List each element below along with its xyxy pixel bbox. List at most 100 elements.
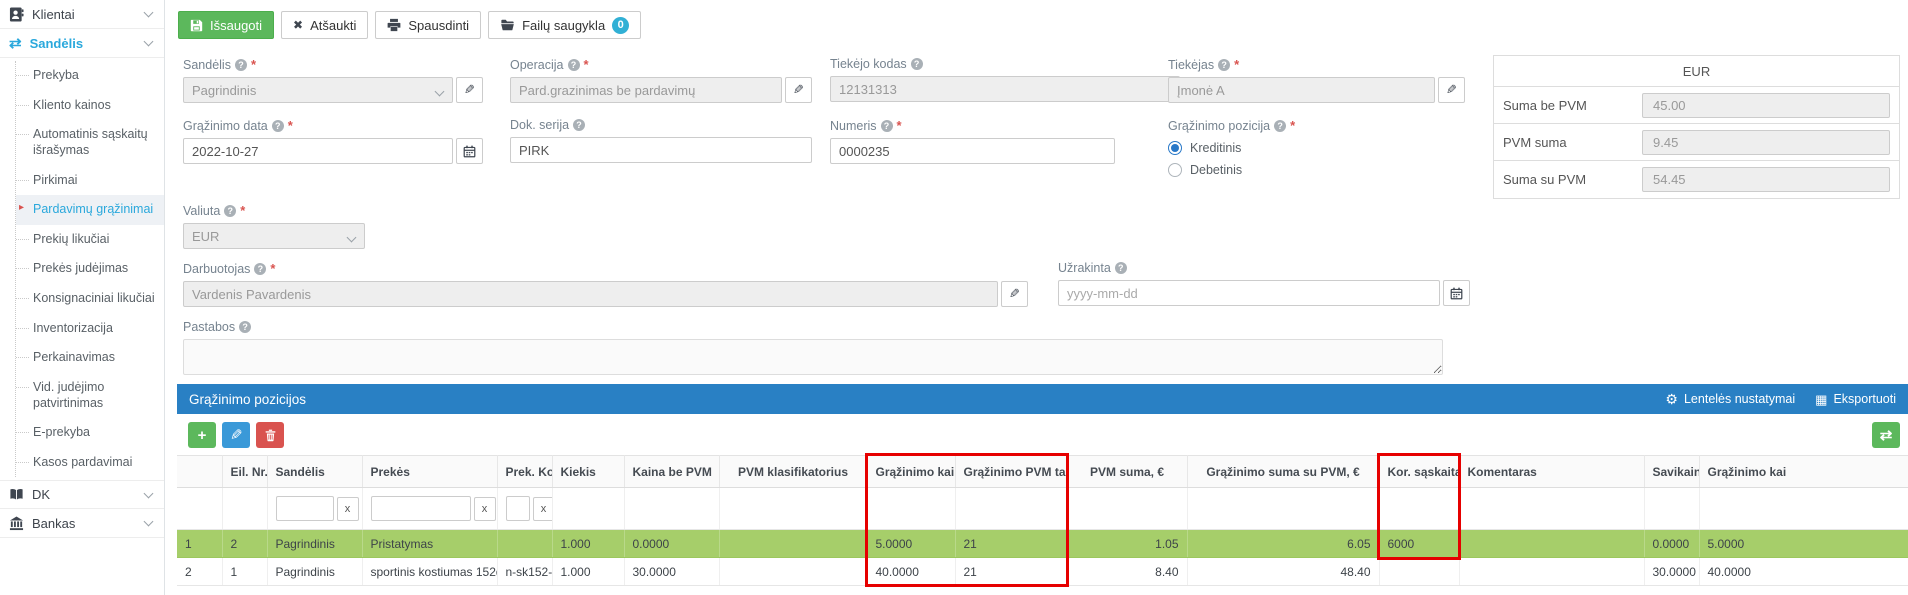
edit-row-button[interactable]: ✎: [222, 422, 250, 448]
cancel-button[interactable]: ✖ Atšaukti: [281, 11, 368, 39]
sidebar-subitem[interactable]: Pirkimai: [16, 166, 164, 196]
edit-operacija-button[interactable]: ✎: [785, 77, 812, 103]
darbuotojas-input[interactable]: [183, 281, 998, 307]
uzrakinta-input[interactable]: [1058, 280, 1440, 306]
column-header[interactable]: Eil. Nr.: [222, 456, 267, 488]
edit-tiekejas-button[interactable]: ✎: [1438, 77, 1465, 103]
pencil-icon: ✎: [464, 82, 475, 98]
grazinimo-data-input[interactable]: [183, 138, 453, 164]
calendar-button[interactable]: [456, 138, 483, 164]
column-header[interactable]: Grąžinimo suma su PVM, €: [1187, 456, 1379, 488]
table-row[interactable]: 21Pagrindinissportinis kostiumas 152dn-s…: [177, 558, 1908, 586]
sidebar-subitem[interactable]: Prekyba: [16, 61, 164, 91]
column-header[interactable]: PVM klasifikatorius: [719, 456, 867, 488]
field-numeris: Numeris: [830, 118, 1115, 164]
column-header[interactable]: Grąžinimo kai: [1699, 456, 1908, 488]
clear-filter-button[interactable]: x: [533, 497, 553, 521]
delete-row-button[interactable]: [256, 422, 284, 448]
sandelis-select[interactable]: Pagrindinis: [183, 77, 453, 103]
filter-input[interactable]: [276, 496, 334, 521]
column-header[interactable]: Grąžinimo kaina: [867, 456, 955, 488]
field-label: Operacija: [510, 58, 564, 72]
cell: [497, 530, 552, 558]
transfer-button[interactable]: ⇄: [1872, 422, 1900, 448]
column-header[interactable]: [177, 456, 222, 488]
cell: 21: [955, 558, 1067, 586]
filter-input[interactable]: [371, 496, 471, 521]
field-sandelis: Sandėlis Pagrindinis ✎: [183, 57, 483, 103]
valiuta-select[interactable]: EUR: [183, 223, 365, 249]
total-row: Suma su PVM 54.45: [1494, 161, 1899, 198]
numeris-input[interactable]: [830, 138, 1115, 164]
operacija-input[interactable]: [510, 77, 782, 103]
cell: 2: [222, 530, 267, 558]
filter-cell: [222, 488, 267, 530]
sidebar-subitem[interactable]: Prekės judėjimas: [16, 254, 164, 284]
export-link[interactable]: ▦ Eksportuoti: [1815, 392, 1896, 406]
sidebar-item-sandelis[interactable]: ⇄ Sandėlis: [0, 29, 164, 58]
column-header[interactable]: Grąžinimo PVM tarifas %: [955, 456, 1067, 488]
table-settings-link[interactable]: ⚙ Lentelės nustatymai: [1665, 392, 1795, 406]
radio-kreditinis[interactable]: Kreditinis: [1168, 141, 1465, 155]
grid-table-wrap: Eil. Nr.SandėlisPrekėsPrek. KodasKiekisK…: [177, 455, 1908, 586]
calendar-icon: [463, 145, 476, 158]
sidebar-subitem[interactable]: Vid. judėjimo patvirtinimas: [16, 373, 164, 418]
cell: 8.40: [1067, 558, 1187, 586]
radio-debetinis[interactable]: Debetinis: [1168, 163, 1465, 177]
calendar-icon: [1450, 287, 1463, 300]
edit-darbuotojas-button[interactable]: ✎: [1001, 281, 1028, 307]
sidebar-subitem[interactable]: Perkainavimas: [16, 343, 164, 373]
column-header[interactable]: Sandėlis: [267, 456, 362, 488]
column-header[interactable]: Savikaina: [1644, 456, 1699, 488]
column-header[interactable]: Komentaras: [1459, 456, 1644, 488]
file-storage-button[interactable]: Failų saugykla 0: [488, 11, 641, 39]
sidebar-subitem[interactable]: Konsignaciniai likučiai: [16, 284, 164, 314]
sidebar-subitem[interactable]: E-prekyba: [16, 418, 164, 448]
sidebar-item-bankas[interactable]: Bankas: [0, 509, 164, 538]
sidebar-subitem[interactable]: Kasos pardavimai: [16, 448, 164, 478]
sidebar-subitem[interactable]: Prekių likučiai: [16, 225, 164, 255]
pastabos-textarea[interactable]: [183, 339, 1443, 375]
field-label: Grąžinimo pozicija: [1168, 119, 1270, 133]
printer-icon: [387, 18, 401, 32]
help-icon: [254, 263, 266, 275]
filter-cell: [719, 488, 867, 530]
field-label: Sandėlis: [183, 58, 231, 72]
dok-serija-input[interactable]: [510, 137, 812, 163]
save-button[interactable]: Išsaugoti: [178, 11, 274, 39]
sidebar-item-label: Sandėlis: [30, 36, 83, 51]
edit-sandelis-button[interactable]: ✎: [456, 77, 483, 103]
cell: 0.0000: [1644, 530, 1699, 558]
sidebar-item-dk[interactable]: DK: [0, 480, 164, 509]
sidebar-item-klientai[interactable]: Klientai: [0, 0, 164, 29]
add-row-button[interactable]: +: [188, 422, 216, 448]
tiekejo-kodas-input[interactable]: [830, 76, 1180, 102]
sidebar-subitem[interactable]: Kliento kainos: [16, 91, 164, 121]
column-header[interactable]: Kiekis: [552, 456, 624, 488]
column-header[interactable]: Kaina be PVM: [624, 456, 719, 488]
column-header[interactable]: Prekės: [362, 456, 497, 488]
column-header[interactable]: Kor. sąskaita: [1379, 456, 1459, 488]
sidebar-subitem[interactable]: Inventorizacija: [16, 314, 164, 344]
filter-cell: [177, 488, 222, 530]
print-button[interactable]: Spausdinti: [375, 11, 481, 39]
required-marker: [240, 203, 245, 218]
sidebar-subitem[interactable]: Automatinis sąskaitų išrašymas: [16, 120, 164, 165]
required-marker: [251, 57, 256, 72]
field-uzrakinta: Užrakinta: [1058, 261, 1470, 306]
column-header[interactable]: PVM suma, €: [1067, 456, 1187, 488]
help-icon: [573, 119, 585, 131]
column-header[interactable]: Prek. Kodas: [497, 456, 552, 488]
table-row[interactable]: 12PagrindinisPristatymas1.0000.00005.000…: [177, 530, 1908, 558]
address-book-icon: [9, 7, 24, 22]
clear-filter-button[interactable]: x: [474, 497, 496, 521]
sidebar-subitem[interactable]: Pardavimų grąžinimai: [16, 195, 164, 225]
tiekejas-input[interactable]: [1168, 77, 1435, 103]
cell: 40.0000: [1699, 558, 1908, 586]
required-marker: [288, 118, 293, 133]
filter-cell: x: [267, 488, 362, 530]
calendar-button[interactable]: [1443, 280, 1470, 306]
clear-filter-button[interactable]: x: [337, 497, 359, 521]
filter-input[interactable]: [506, 496, 530, 521]
positions-header-bar: Grąžinimo pozicijos ⚙ Lentelės nustatyma…: [177, 384, 1908, 414]
